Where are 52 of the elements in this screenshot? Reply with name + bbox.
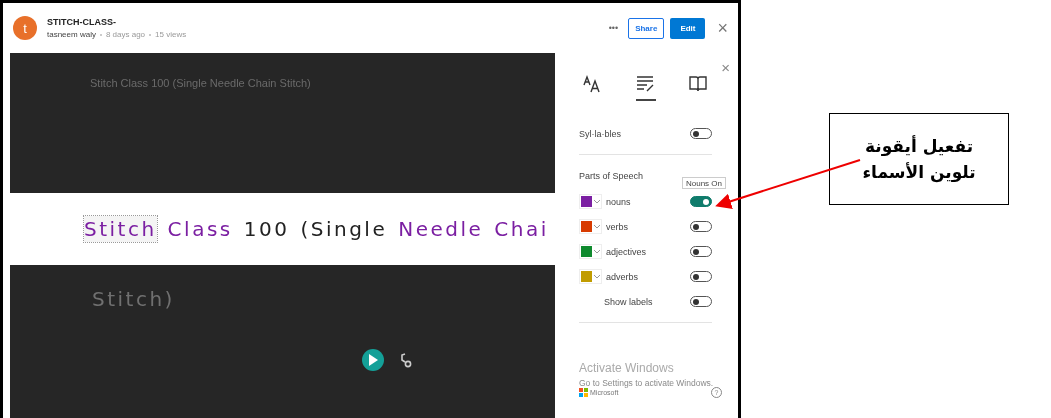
part-of-speech-label: nouns [606,196,632,207]
section-heading: Parts of Speech [579,171,645,181]
part-of-speech-label: adjectives [606,246,648,257]
play-icon [368,354,378,366]
next-line-text: Stitch) [92,287,176,311]
share-button[interactable]: Share [628,17,665,39]
close-button[interactable]: × [717,17,728,39]
avatar: t [13,16,37,40]
view-count: 15 views [155,30,187,39]
close-button[interactable]: × [721,59,730,76]
part-of-speech-label: adverbs [606,271,640,282]
color-picker[interactable] [579,269,602,284]
video-title: STITCH-CLASS- [47,17,117,27]
word: Stitch [84,216,157,242]
more-button[interactable]: ••• [608,23,619,33]
part-of-speech-toggle[interactable] [690,246,712,257]
syllables-toggle[interactable] [690,128,712,139]
panel-tab[interactable] [635,75,656,101]
callout-text: تفعيل أيقونة [865,136,974,156]
word: (Single [300,216,388,242]
color-picker[interactable] [579,194,602,209]
upload-age: 8 days ago [105,30,146,39]
callout-text: تلوين الأسماء [862,162,976,182]
chevron-down-icon [594,224,600,229]
text-size-icon [583,75,603,93]
edit-button[interactable]: Edit [670,17,706,39]
windows-logo-icon [579,388,588,397]
part-of-speech-toggle[interactable] [690,196,712,207]
tooltip: Nouns On [681,177,726,189]
book-icon [688,75,708,93]
lines-pen-icon [635,75,656,93]
part-of-speech-label: verbs [606,221,629,232]
voice-settings-icon[interactable] [400,352,412,368]
play-button[interactable] [362,349,384,371]
color-picker[interactable] [579,219,602,234]
syllables-label: Syl·la·bles [579,128,622,139]
word: Chai [494,216,549,242]
chevron-down-icon [594,249,600,254]
color-picker[interactable] [579,244,602,259]
caption-text: Stitch Class 100 (Single Needle Chain Stitch) [90,77,312,89]
author-name: tasneem waly [47,30,96,39]
chevron-down-icon [594,199,600,204]
part-of-speech-toggle[interactable] [690,271,712,282]
show-labels-label: Show labels [603,296,654,307]
word: Class [167,216,233,242]
word: 100 [243,216,290,242]
activation-notice-title: Activate Windows [579,361,675,375]
part-of-speech-toggle[interactable] [690,221,712,232]
chevron-down-icon [594,274,600,279]
show-labels-toggle[interactable] [690,296,712,307]
word: Needle [398,216,484,242]
activation-notice-text: Go to Settings to activate Windows. [579,378,712,388]
